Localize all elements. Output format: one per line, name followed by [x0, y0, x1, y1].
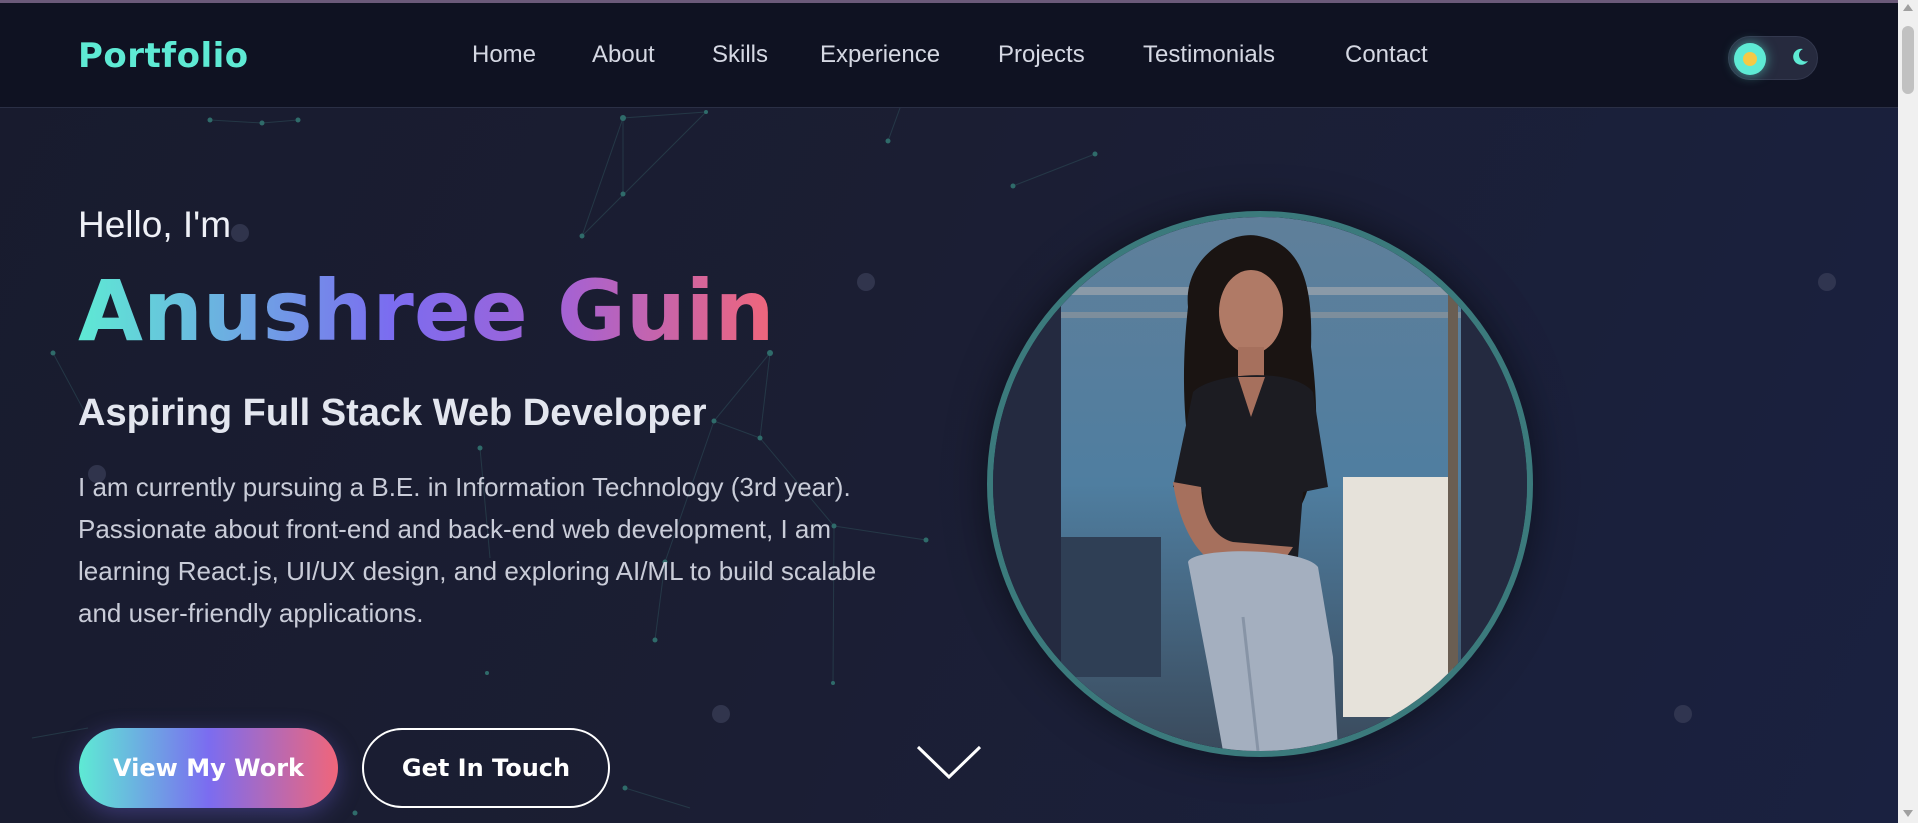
hero-name: Anushree Guin: [78, 262, 775, 360]
nav-link-contact[interactable]: Contact: [1345, 41, 1428, 69]
nav-link-about[interactable]: About: [592, 41, 655, 69]
sun-icon: [1743, 52, 1757, 66]
hero-role: Aspiring Full Stack Web Developer: [78, 392, 707, 434]
hero-bio: I am currently pursuing a B.E. in Inform…: [78, 472, 877, 628]
scroll-down-arrow[interactable]: [1903, 810, 1913, 817]
moon-icon: [1793, 48, 1808, 65]
site-logo[interactable]: Portfolio: [78, 36, 249, 76]
scroll-up-arrow[interactable]: [1903, 4, 1913, 11]
scroll-thumb[interactable]: [1902, 26, 1914, 94]
profile-photo-illustration: [993, 217, 1527, 751]
scrollbar[interactable]: [1898, 0, 1918, 823]
nav-link-experience[interactable]: Experience: [820, 41, 940, 69]
nav-link-home[interactable]: Home: [472, 41, 536, 69]
page: Portfolio Home About Skills Experience P…: [0, 0, 1898, 823]
view-my-work-button[interactable]: View My Work: [79, 728, 338, 808]
hero-greeting: Hello, I'm: [78, 204, 232, 245]
theme-toggle[interactable]: [1728, 36, 1818, 80]
navbar: Portfolio Home About Skills Experience P…: [0, 3, 1898, 108]
get-in-touch-button[interactable]: Get In Touch: [362, 728, 610, 808]
nav-link-skills[interactable]: Skills: [712, 41, 768, 69]
chevron-down-icon[interactable]: [916, 744, 982, 780]
profile-photo: [987, 211, 1533, 757]
nav-link-projects[interactable]: Projects: [998, 41, 1085, 69]
nav-link-testimonials[interactable]: Testimonials: [1143, 41, 1275, 69]
toggle-knob: [1734, 43, 1766, 75]
